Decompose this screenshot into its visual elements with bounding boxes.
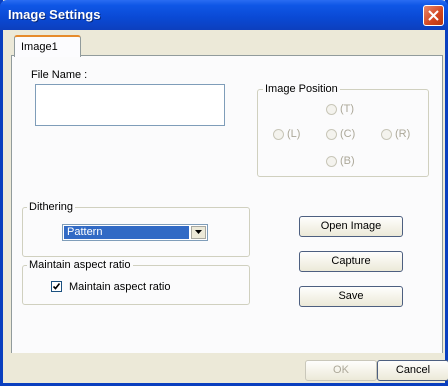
radio-position-bottom[interactable]: (B) bbox=[326, 155, 355, 167]
image-position-legend: Image Position bbox=[263, 83, 340, 95]
radio-circle-icon bbox=[326, 103, 337, 115]
radio-circle-icon bbox=[326, 128, 337, 140]
radio-position-center[interactable]: (C) bbox=[326, 128, 355, 140]
close-button[interactable] bbox=[423, 5, 444, 26]
close-icon bbox=[428, 10, 439, 21]
save-button[interactable]: Save bbox=[299, 286, 403, 307]
dithering-legend: Dithering bbox=[27, 201, 76, 213]
maintain-aspect-label: Maintain aspect ratio bbox=[69, 281, 171, 293]
chevron-down-icon bbox=[195, 230, 202, 234]
maintain-aspect-checkbox[interactable] bbox=[51, 281, 62, 292]
file-name-field[interactable] bbox=[35, 84, 225, 126]
dithering-selected-value: Pattern bbox=[64, 226, 189, 239]
cancel-button[interactable]: Cancel bbox=[377, 360, 448, 381]
radio-position-top[interactable]: (T) bbox=[326, 103, 354, 115]
capture-button[interactable]: Capture bbox=[299, 251, 403, 272]
ok-button[interactable]: OK bbox=[305, 360, 377, 381]
window-title: Image Settings bbox=[8, 7, 101, 22]
dithering-select[interactable]: Pattern bbox=[62, 224, 208, 241]
file-name-label: File Name : bbox=[31, 69, 88, 81]
radio-circle-icon bbox=[326, 155, 337, 167]
radio-circle-icon bbox=[273, 128, 284, 140]
tab-label: Image1 bbox=[21, 41, 58, 53]
radio-circle-icon bbox=[381, 128, 392, 140]
title-bar[interactable]: Image Settings bbox=[0, 0, 448, 30]
aspect-ratio-legend: Maintain aspect ratio bbox=[27, 259, 133, 271]
dropdown-button[interactable] bbox=[191, 226, 206, 239]
radio-position-right[interactable]: (R) bbox=[381, 128, 410, 140]
tab-image1[interactable]: Image1 bbox=[14, 35, 81, 57]
radio-position-left[interactable]: (L) bbox=[273, 128, 300, 140]
checkmark-icon bbox=[52, 283, 61, 290]
open-image-button[interactable]: Open Image bbox=[299, 216, 403, 237]
image-settings-window: Image Settings Image1 File Name : Image … bbox=[0, 0, 448, 386]
